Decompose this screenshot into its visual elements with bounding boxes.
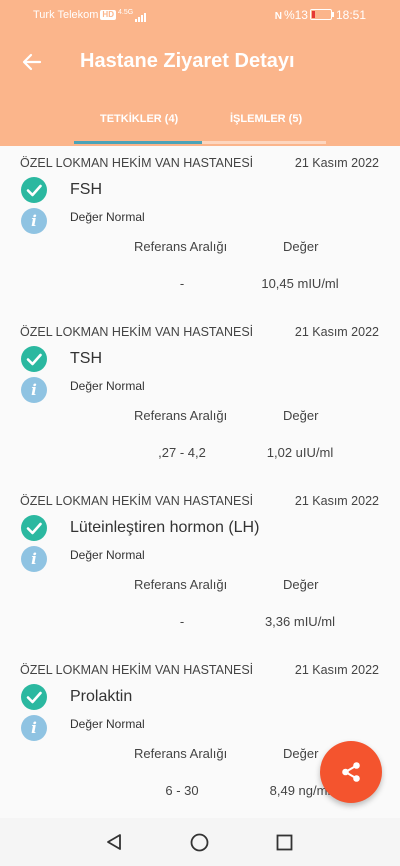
signal-icon	[135, 10, 147, 22]
info-icon[interactable]: i	[21, 715, 47, 741]
test-status: Değer Normal	[70, 717, 145, 731]
status-left: Turk Telekom HD 4.5G	[33, 9, 147, 22]
test-status: Değer Normal	[70, 548, 145, 562]
app-header: Turk Telekom HD 4.5G N %13 18:51 Hastane Ziy…	[0, 0, 400, 146]
visit-date: 21 Kasım 2022	[294, 325, 379, 339]
tab-indicator	[74, 141, 202, 144]
hospital-name: ÖZEL LOKMAN HEKİM VAN HASTANESİ	[20, 156, 254, 170]
network-type: 4.5G	[117, 9, 134, 16]
system-nav-bar	[0, 818, 400, 866]
carrier-name: Turk Telekom	[33, 9, 99, 21]
test-value: 1,02 uIU/ml	[266, 445, 334, 460]
clock: 18:51	[335, 8, 366, 22]
reference-header: Referans Aralığı	[134, 239, 228, 254]
test-value: 10,45 mIU/ml	[261, 276, 339, 291]
battery-percent: %13	[283, 8, 308, 22]
square-recent-icon[interactable]	[276, 834, 293, 851]
test-name: Prolaktin	[70, 688, 133, 705]
page-title: Hastane Ziyaret Detayı	[80, 50, 295, 72]
test-status: Değer Normal	[70, 379, 145, 393]
status-right: N %13 18:51	[275, 8, 366, 22]
tab-procedures[interactable]: İŞLEMLER (5)	[230, 113, 302, 125]
test-card: ÖZEL LOKMAN HEKİM VAN HASTANESİ 21 Kasım…	[0, 315, 400, 484]
check-circle-icon	[21, 346, 47, 372]
visit-date: 21 Kasım 2022	[294, 494, 379, 508]
hospital-name: ÖZEL LOKMAN HEKİM VAN HASTANESİ	[20, 325, 254, 339]
test-list[interactable]: ÖZEL LOKMAN HEKİM VAN HASTANESİ 21 Kasım…	[0, 146, 400, 818]
test-name: TSH	[70, 350, 102, 367]
battery-icon	[309, 9, 334, 20]
test-status: Değer Normal	[70, 210, 145, 224]
info-icon[interactable]: i	[21, 546, 47, 572]
test-card: ÖZEL LOKMAN HEKİM VAN HASTANESİ 21 Kasım…	[0, 146, 400, 315]
reference-range: 6 - 30	[165, 783, 199, 798]
hospital-name: ÖZEL LOKMAN HEKİM VAN HASTANESİ	[20, 663, 254, 677]
visit-date: 21 Kasım 2022	[294, 156, 379, 170]
reference-header: Referans Aralığı	[134, 408, 228, 423]
reference-header: Referans Aralığı	[134, 577, 228, 592]
reference-range: ,27 - 4,2	[158, 445, 206, 460]
visit-date: 21 Kasım 2022	[294, 663, 379, 677]
hd-badge: HD	[100, 10, 116, 20]
status-bar: Turk Telekom HD 4.5G N %13 18:51	[0, 0, 400, 30]
value-header: Değer	[283, 239, 319, 254]
tab-tests[interactable]: TETKİKLER (4)	[100, 113, 178, 125]
test-value: 3,36 mIU/ml	[264, 614, 336, 629]
nfc-icon: N	[274, 11, 282, 22]
reference-header: Referans Aralığı	[134, 746, 228, 761]
reference-range: -	[179, 614, 185, 629]
info-icon[interactable]: i	[21, 377, 47, 403]
hospital-name: ÖZEL LOKMAN HEKİM VAN HASTANESİ	[20, 494, 254, 508]
value-header: Değer	[283, 746, 319, 761]
reference-range: -	[179, 276, 185, 291]
arrow-left-icon	[22, 53, 42, 71]
test-name: FSH	[70, 181, 102, 198]
back-button[interactable]	[20, 50, 44, 74]
info-icon[interactable]: i	[21, 208, 47, 234]
share-icon	[342, 762, 360, 782]
value-header: Değer	[283, 577, 319, 592]
test-name: Lüteinleştiren hormon (LH)	[70, 519, 260, 536]
check-circle-icon	[21, 515, 47, 541]
circle-home-icon[interactable]	[190, 833, 209, 852]
check-circle-icon	[21, 177, 47, 203]
share-button[interactable]	[320, 741, 382, 803]
test-card: ÖZEL LOKMAN HEKİM VAN HASTANESİ 21 Kasım…	[0, 484, 400, 653]
check-circle-icon	[21, 684, 47, 710]
value-header: Değer	[283, 408, 319, 423]
triangle-back-icon[interactable]	[105, 833, 123, 851]
